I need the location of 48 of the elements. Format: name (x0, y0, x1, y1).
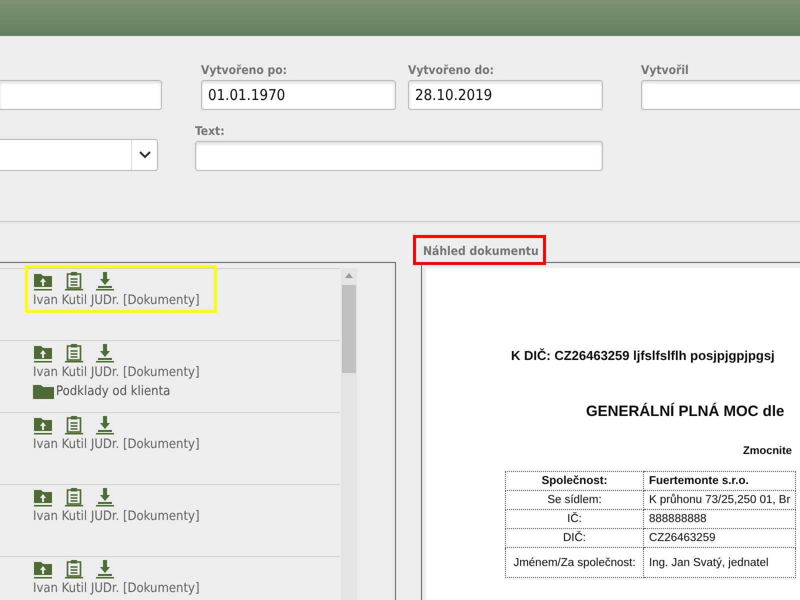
table-cell: CZ26463259 (644, 528, 796, 548)
document-title: GENERÁLNÍ PLNÁ MOC dle (586, 403, 786, 420)
table-cell: Společnost: (506, 472, 644, 490)
field-label: Vytvořeno do: (408, 63, 495, 79)
folder-upload-icon[interactable] (33, 487, 53, 507)
document-author: Ivan Kutil JUDr. [Dokumenty] (33, 364, 201, 382)
field-label: Vytvořeno po: (201, 63, 288, 79)
clipboard-icon[interactable] (64, 271, 84, 291)
download-icon[interactable] (95, 487, 115, 507)
field-label: Text: (195, 124, 226, 140)
document-reference: K DIČ: CZ26463259 ljfslfslflh posjpjgpjpgsj (511, 348, 776, 363)
input-field[interactable] (641, 80, 800, 110)
chevron-down-icon (138, 151, 150, 159)
clipboard-icon[interactable] (64, 415, 84, 435)
clipboard-icon[interactable] (64, 559, 84, 579)
clipboard-icon[interactable] (64, 343, 84, 363)
download-icon[interactable] (95, 271, 115, 291)
input-field[interactable] (0, 80, 162, 110)
section-heading: Zmocnite (743, 445, 793, 457)
input-field[interactable] (195, 141, 603, 171)
table-cell: DIČ: (506, 528, 644, 548)
download-icon[interactable] (95, 415, 115, 435)
download-icon[interactable] (95, 559, 115, 579)
scrollbar-thumb[interactable] (342, 285, 356, 373)
document-author: Ivan Kutil JUDr. [Dokumenty] (33, 436, 201, 454)
folder-name: Podklady od klienta (56, 383, 170, 401)
input-field[interactable]: 01.01.1970 (201, 80, 396, 110)
download-icon[interactable] (95, 343, 115, 363)
input-field[interactable]: 28.10.2019 (408, 80, 603, 110)
document-author: Ivan Kutil JUDr. [Dokumenty] (33, 292, 201, 310)
folder-upload-icon[interactable] (33, 271, 53, 291)
table-cell: Jménem/Za společnost: (506, 548, 644, 578)
panel-heading: Náhled dokumentu (422, 244, 539, 260)
folder-upload-icon[interactable] (33, 415, 53, 435)
field-label: Vytvořil (641, 63, 690, 79)
table-cell: 888888888 (644, 510, 796, 528)
folder-upload-icon[interactable] (33, 559, 53, 579)
table-cell: Se sídlem: (506, 490, 644, 510)
document-author: Ivan Kutil JUDr. [Dokumenty] (33, 508, 201, 526)
table-cell: K průhonu 73/25,250 01, Br (644, 490, 796, 510)
folder-icon (33, 385, 54, 399)
table-cell: Ing. Jan Svatý, jednatel (644, 548, 796, 578)
scrollbar[interactable] (341, 268, 357, 600)
document-author: Ivan Kutil JUDr. [Dokumenty] (33, 580, 201, 598)
table-cell: Fuertemonte s.r.o. (644, 472, 796, 490)
folder-upload-icon[interactable] (33, 343, 53, 363)
table-cell: IČ: (506, 510, 644, 528)
clipboard-icon[interactable] (64, 487, 84, 507)
